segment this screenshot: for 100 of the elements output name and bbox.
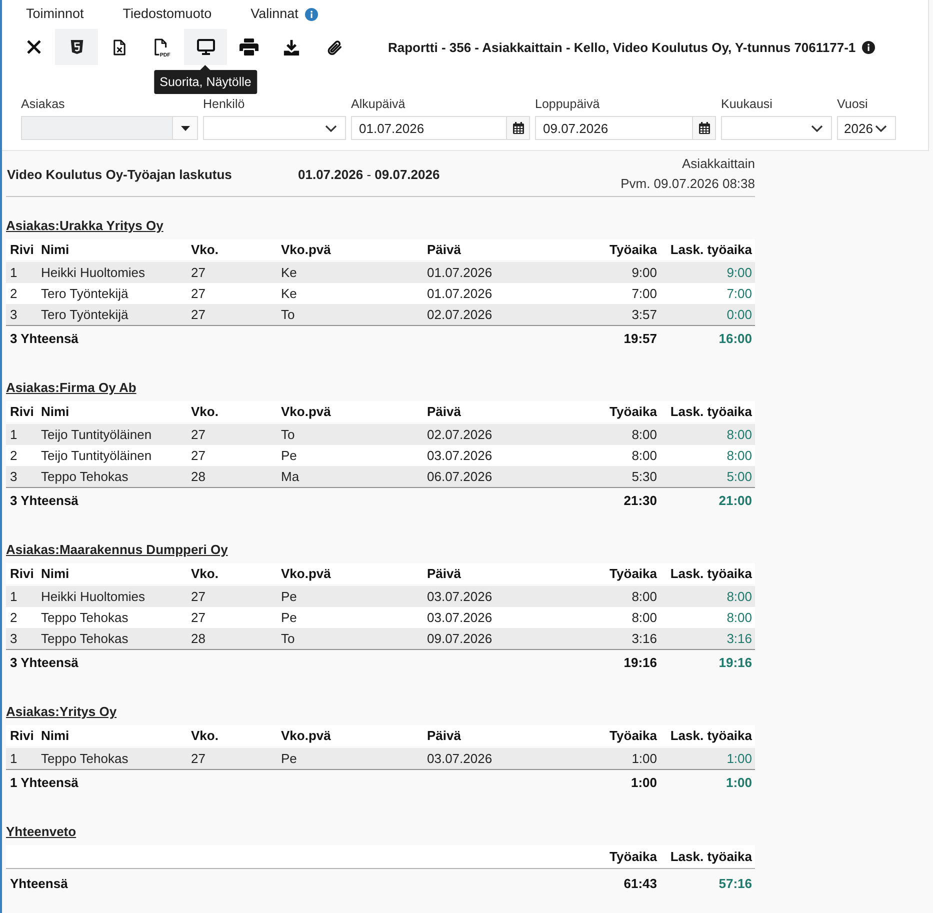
dropdown-field[interactable] (203, 116, 346, 140)
table-cell-text: 3 (9, 306, 18, 324)
total-label: 3 Yhteensä (9, 654, 80, 672)
table-cell-text: 5:00 (726, 468, 753, 486)
column-header: Työaika (608, 727, 658, 745)
column-header: Vko.pvä (280, 727, 332, 745)
calendar-button[interactable] (507, 116, 530, 140)
calendar-icon (512, 122, 524, 134)
group-heading: Asiakas:Urakka Yritys Oy (6, 218, 164, 233)
table-cell-text: Heikki Huoltomies (40, 588, 146, 606)
total-cell-text: 61:43 (622, 875, 658, 893)
table-cell-text: Teppo Tehokas (40, 609, 130, 627)
column-header: Työaika (608, 565, 658, 583)
dropdown-button[interactable] (173, 116, 198, 140)
table-cell-text: 1 (9, 588, 18, 606)
field-label: Kuukausi (721, 96, 772, 112)
report-type: Asiakkaittain (682, 155, 755, 173)
field-label: Alkupäivä (351, 96, 406, 112)
date-field[interactable]: 01.07.2026 (351, 116, 507, 140)
table-cell-text: To (280, 426, 296, 444)
table-cell-text: 27 (190, 750, 206, 768)
column-header: Päivä (426, 727, 462, 745)
field-label: Loppupäivä (535, 96, 600, 112)
column-header: Nimi (40, 727, 70, 745)
table-cell-text: 28 (190, 630, 206, 648)
table-cell-text: 1:00 (726, 750, 753, 768)
column-header: Työaika (608, 241, 658, 259)
table-cell-text: 7:00 (630, 285, 658, 303)
table-cell-text: 03.07.2026 (426, 609, 494, 627)
table-cell-text: 3 (9, 468, 18, 486)
table-cell-text: 27 (190, 306, 206, 324)
print-date: Pvm. 09.07.2026 08:38 (620, 175, 755, 193)
close-icon (26, 39, 42, 55)
column-header: Rivi (9, 565, 35, 583)
field-label: Vuosi (837, 96, 868, 112)
column-header: Vko.pvä (280, 403, 332, 421)
table-cell-text: 7:00 (726, 285, 753, 303)
column-header: Vko. (190, 727, 220, 745)
column-header: Lask. työaika (669, 727, 753, 745)
column-header: Lask. työaika (669, 565, 753, 583)
report-title: Raportti - 356 - Asiakkaittain - Kello, Video Koulutus Oy, Y-tunnus 7061177-1 (388, 40, 856, 54)
table-cell-text: Ma (280, 468, 300, 486)
table-cell-text: 8:00 (726, 609, 753, 627)
column-header: Vko.pvä (280, 241, 332, 259)
table-cell-text: Teijo Tuntityöläinen (40, 426, 153, 444)
table-cell-text: 27 (190, 426, 206, 444)
column-header: Rivi (9, 241, 35, 259)
group-heading: Asiakas:Yritys Oy (6, 704, 117, 719)
table-cell-text: 01.07.2026 (426, 285, 494, 303)
column-header: Rivi (9, 403, 35, 421)
total-label: 3 Yhteensä (9, 330, 80, 348)
table-cell-text: 8:00 (630, 609, 658, 627)
calendar-icon (698, 122, 710, 134)
total-cell-text: 19:57 (622, 330, 658, 348)
column-header: Päivä (426, 403, 462, 421)
menu-tab[interactable]: Tiedostomuoto (122, 6, 212, 22)
column-header: Työaika (608, 848, 658, 866)
table-cell-text: 27 (190, 588, 206, 606)
total-cell-text: 57:16 (718, 875, 753, 893)
table-cell-text: Pe (280, 447, 298, 465)
table-cell-text: 03.07.2026 (426, 447, 494, 465)
table-cell-text: 9:00 (630, 264, 658, 282)
dropdown-field[interactable]: 2026 (837, 116, 896, 140)
table-cell-text: To (280, 630, 296, 648)
printer-icon (238, 38, 258, 56)
table-cell-text: 5:30 (630, 468, 658, 486)
menu-tab[interactable]: Valinnat (250, 6, 298, 22)
table-cell-text: Teppo Tehokas (40, 750, 130, 768)
date-field[interactable]: 09.07.2026 (535, 116, 693, 140)
column-header: Lask. työaika (669, 403, 753, 421)
dropdown-field[interactable] (721, 116, 832, 140)
column-header: Vko.pvä (280, 565, 332, 583)
table-cell-text: Ke (280, 285, 298, 303)
calendar-button[interactable] (693, 116, 716, 140)
total-cell-text: 1:00 (630, 774, 658, 792)
caret-icon (180, 126, 190, 130)
column-header: Rivi (9, 727, 35, 745)
info-icon[interactable] (862, 40, 875, 54)
paperclip-icon (326, 38, 343, 56)
column-header: Päivä (426, 241, 462, 259)
column-header: Nimi (40, 565, 70, 583)
toolbar-button[interactable] (184, 29, 227, 65)
table-cell-text: 2 (9, 609, 18, 627)
table-cell-text: 27 (190, 447, 206, 465)
table-cell-text: 9:00 (726, 264, 753, 282)
date-range: 01.07.2026 - 09.07.2026 (298, 166, 440, 182)
column-header: Lask. työaika (669, 241, 753, 259)
menu-tab[interactable]: Toiminnot (26, 6, 84, 22)
field-label: Asiakas (21, 96, 65, 112)
table-cell-text: 27 (190, 264, 206, 282)
table-cell-text: Ke (280, 264, 298, 282)
toolbar-button[interactable] (55, 29, 98, 65)
total-label: 3 Yhteensä (9, 492, 80, 510)
table-cell-text: Teppo Tehokas (40, 630, 130, 648)
total-label: Yhteensä (9, 875, 69, 893)
table-cell-text: 1 (9, 264, 18, 282)
tooltip: Suorita, Näytölle (154, 65, 258, 94)
table-cell-text: Tero Työntekijä (40, 285, 130, 303)
table-cell-text: 3:57 (630, 306, 658, 324)
group-heading: Asiakas:Firma Oy Ab (6, 380, 136, 395)
